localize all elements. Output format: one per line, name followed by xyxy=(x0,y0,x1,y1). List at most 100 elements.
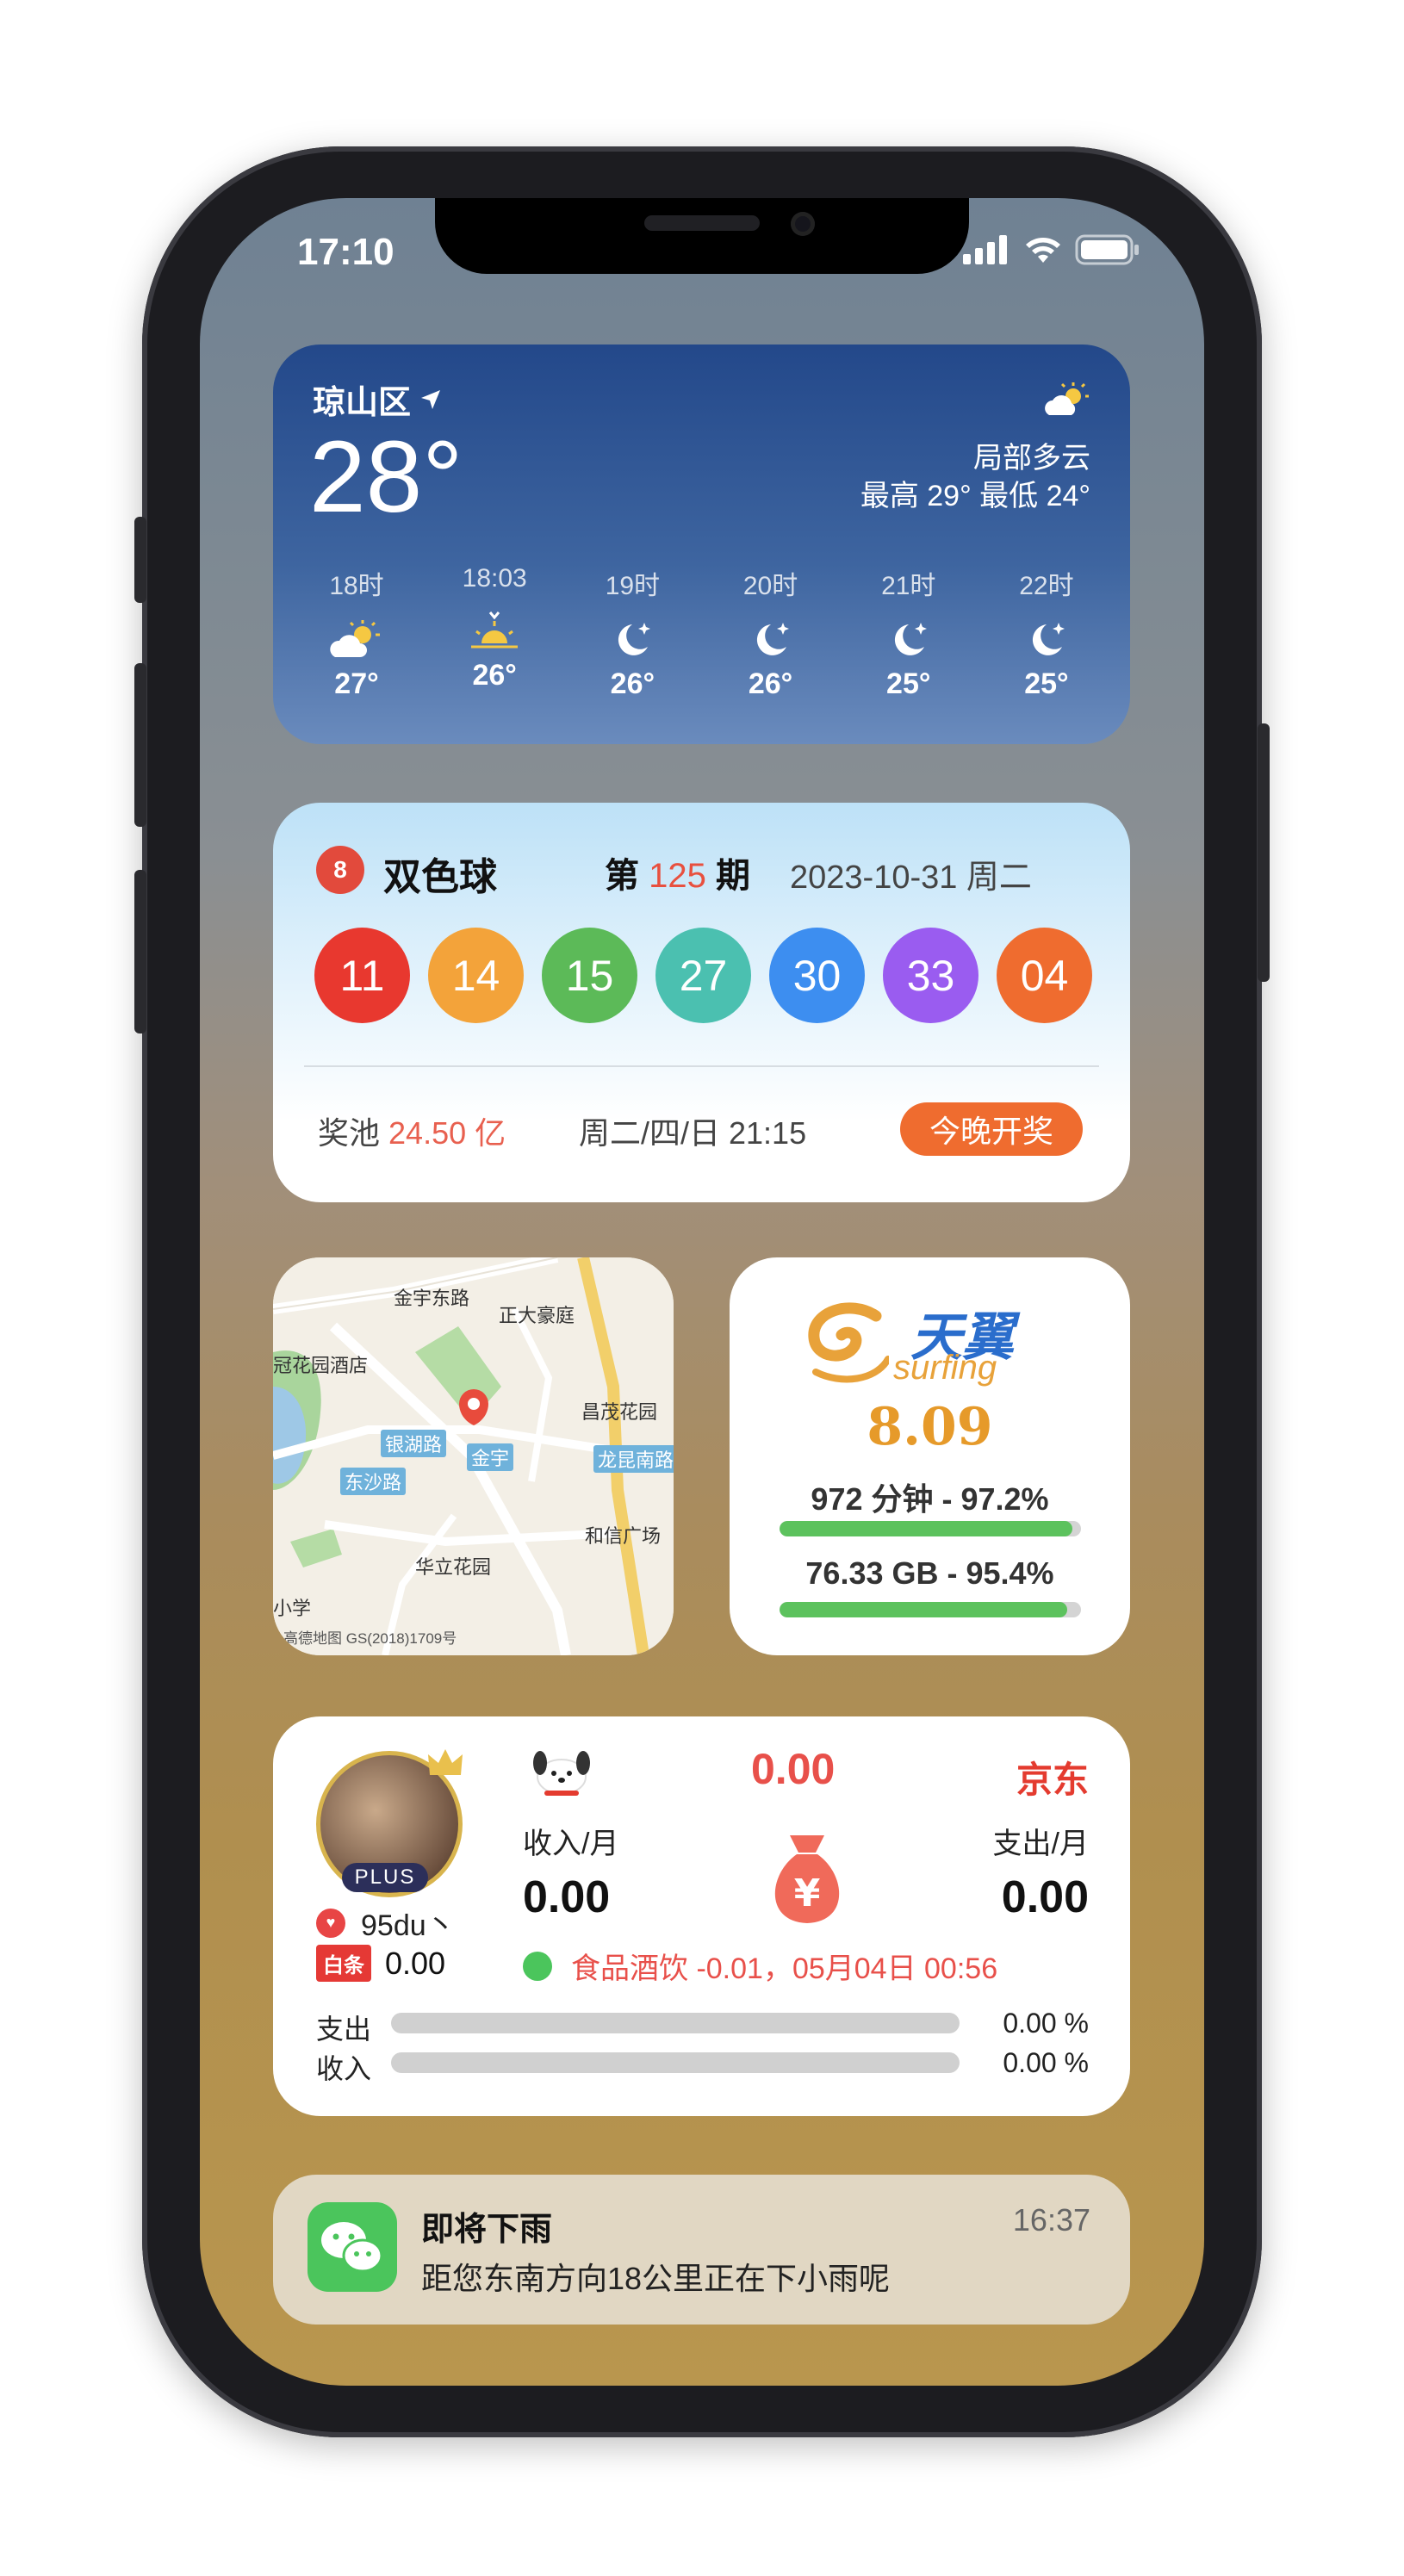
notification-body: 距您东南方向18公里正在下小雨呢 xyxy=(421,2261,891,2296)
baitiao-value: 0.00 xyxy=(385,1945,446,1981)
issue-suffix: 期 xyxy=(716,857,750,895)
baitiao-row: 白条 0.00 xyxy=(316,1945,445,1982)
hour-time: 18:03 xyxy=(462,564,527,593)
map-widget[interactable]: 金宇东路 正大豪庭 冠花园酒店 昌茂花园 银湖路 金宇 龙昆南路 东沙路 和信广… xyxy=(273,1257,674,1655)
lottery-widget[interactable]: 8 双色球 第 125 期 2023-10-31 周二 11 14 15 27 … xyxy=(273,803,1130,1202)
condition-text: 局部多云 xyxy=(973,442,1090,475)
lottery-name: 双色球 xyxy=(383,856,497,898)
partly-cloudy-sun-icon xyxy=(1045,382,1089,415)
income-bar-value: 0.00 % xyxy=(1003,2047,1089,2078)
moon-stars-icon xyxy=(894,623,927,655)
map-label: 冠花园酒店 xyxy=(273,1355,369,1376)
notification-title: 即将下雨 xyxy=(421,2212,553,2248)
wechat-bubbles-icon xyxy=(321,2222,383,2273)
expense-bar-value: 0.00 % xyxy=(1003,2008,1089,2039)
map-label: 龙昆南路 xyxy=(593,1445,674,1473)
money-bag-icon: ¥ xyxy=(774,1835,840,1923)
hourly-item: 21时 25° xyxy=(844,564,973,701)
weather-location: 琼山区 xyxy=(313,376,442,423)
battery-icon xyxy=(1075,234,1139,265)
voice-usage-fill xyxy=(780,1521,1073,1536)
voice-usage: 972 分钟 - 97.2% xyxy=(811,1481,1049,1517)
tianyi-brand-en: surfing xyxy=(893,1349,997,1387)
last-transaction: 食品酒饮 -0.01，05月04日 00:56 xyxy=(523,1945,997,1987)
income-progress-bar xyxy=(391,2052,960,2073)
pool-label: 奖池 xyxy=(318,1115,381,1151)
moon-stars-icon xyxy=(1032,623,1065,655)
income-label: 收入/月 xyxy=(523,1828,619,1860)
wechat-pay-icon xyxy=(523,1951,552,1981)
lottery-logo-icon: 8 xyxy=(316,846,364,894)
heart-icon: ♥ xyxy=(316,1908,345,1938)
expense-label: 支出/月 xyxy=(992,1828,1089,1860)
hourly-item: 18:03 26° xyxy=(430,564,559,701)
lottery-ball: 33 xyxy=(883,928,978,1023)
moon-stars-icon xyxy=(618,623,651,655)
hourly-forecast: 18时 27° 18:03 26° 19时 26° 20时 26° 21时 25… xyxy=(292,564,1111,701)
data-usage: 76.33 GB - 95.4% xyxy=(805,1555,1054,1591)
divider xyxy=(304,1065,1099,1067)
hour-temp: 26° xyxy=(610,667,655,700)
side-button xyxy=(1258,723,1270,982)
expense-bar-label: 支出 xyxy=(316,2014,372,2045)
issue-number: 125 xyxy=(649,857,706,895)
hourly-item: 22时 25° xyxy=(982,564,1111,701)
issue-prefix: 第 xyxy=(605,857,639,895)
jd-username-row: ♥ 95du丶 xyxy=(316,1902,456,1944)
tianyi-swirl-icon xyxy=(808,1302,889,1383)
lottery-ball: 04 xyxy=(997,928,1092,1023)
map-label: 东沙路 xyxy=(340,1468,407,1495)
hourly-item: 20时 26° xyxy=(706,564,836,701)
expense-value: 0.00 xyxy=(1001,1872,1089,1922)
lottery-balls: 11 14 15 27 30 33 04 xyxy=(314,928,1092,1023)
hour-temp: 27° xyxy=(334,667,379,700)
current-temperature: 28° xyxy=(309,420,463,534)
draw-tonight-button[interactable]: 今晚开奖 xyxy=(900,1102,1083,1156)
status-icons xyxy=(963,234,1140,265)
prize-pool: 奖池 24.50 亿 xyxy=(318,1108,506,1153)
income-value: 0.00 xyxy=(523,1872,611,1922)
hour-time: 19时 xyxy=(605,572,661,600)
hour-temp: 25° xyxy=(1024,667,1069,700)
weather-widget[interactable]: 琼山区 28° 局部多云 最高 29° 最低 24° 18时 27° 18:03… xyxy=(273,345,1130,744)
jd-brand: 京东 xyxy=(1016,1760,1089,1800)
weather-notification[interactable]: 即将下雨 16:37 距您东南方向18公里正在下小雨呢 xyxy=(273,2175,1130,2325)
map-label: 小学 xyxy=(273,1598,312,1619)
username: 95du丶 xyxy=(361,1909,456,1942)
plus-badge: PLUS xyxy=(342,1863,428,1892)
map-label: 银湖路 xyxy=(381,1430,447,1457)
svg-text:¥: ¥ xyxy=(794,1871,821,1915)
temp-range: 最高 29° 最低 24° xyxy=(860,480,1090,512)
pool-amount: 24.50 亿 xyxy=(388,1115,506,1151)
map-label: 正大豪庭 xyxy=(499,1305,575,1326)
wechat-app-icon xyxy=(308,2202,397,2292)
map-label: 金宇 xyxy=(467,1443,514,1471)
status-time: 17:10 xyxy=(297,231,394,273)
jd-finance-widget[interactable]: PLUS ♥ 95du丶 白条 0.00 0.00 京东 收入/月 0.00 ¥… xyxy=(273,1716,1130,2116)
cellular-signal-icon xyxy=(963,235,1007,264)
data-usage-fill xyxy=(780,1602,1067,1617)
jd-dog-mascot-icon xyxy=(533,1751,590,1796)
hour-temp: 26° xyxy=(472,659,517,692)
lottery-ball: 11 xyxy=(314,928,410,1023)
map-label: 华立花园 xyxy=(415,1556,492,1578)
volume-down-button xyxy=(134,870,146,1034)
lottery-ball: 14 xyxy=(428,928,524,1023)
front-camera xyxy=(791,212,815,236)
lottery-ball: 27 xyxy=(655,928,751,1023)
notch xyxy=(435,198,969,274)
income-bar-label: 收入 xyxy=(316,2053,372,2084)
hour-time: 22时 xyxy=(1019,572,1074,600)
crown-icon xyxy=(428,1749,463,1775)
earpiece-speaker xyxy=(644,215,760,231)
location-arrow-icon xyxy=(421,389,441,409)
map-label: 和信广场 xyxy=(585,1525,662,1547)
moon-stars-icon xyxy=(756,623,789,655)
map-label: 金宇东路 xyxy=(394,1288,470,1309)
telecom-widget[interactable]: 天翼 surfing 8.09 972 分钟 - 97.2% 76.33 GB … xyxy=(730,1257,1130,1655)
lottery-ball: 30 xyxy=(769,928,865,1023)
baitiao-tag: 白条 xyxy=(316,1945,371,1982)
lottery-issue: 第 125 期 xyxy=(605,847,750,897)
partly-cloudy-sun-icon xyxy=(330,620,380,657)
hour-time: 18时 xyxy=(329,572,384,600)
